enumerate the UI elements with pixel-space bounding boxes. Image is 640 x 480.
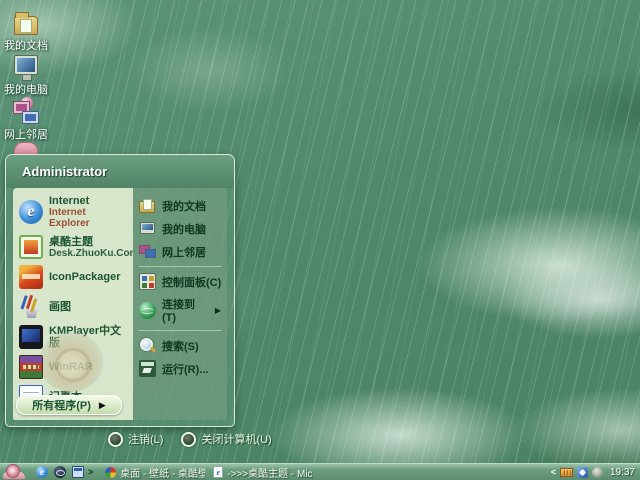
connect-to-icon: [139, 301, 156, 319]
menu-item-label: 我的电脑: [162, 223, 206, 236]
quick-launch-globe-icon[interactable]: [54, 466, 66, 478]
user-name: Administrator: [22, 164, 108, 179]
system-tray: < 19:37: [551, 466, 640, 478]
menu-item-label: 控制面板(C): [162, 276, 222, 289]
start-menu: Administrator Internet Internet Explorer…: [5, 154, 235, 427]
menu-item-subtitle: Desk.ZhuoKu.Com: [49, 247, 133, 259]
desktop-icon-label: 我的电脑: [4, 84, 48, 96]
quick-launch-expand-chevron-icon[interactable]: >: [88, 467, 93, 477]
tray-collapse-chevron-icon[interactable]: <: [551, 467, 556, 477]
quick-launch-bar: [36, 466, 84, 478]
my-computer-icon: [139, 220, 156, 237]
input-method-keyboard-icon[interactable]: [559, 467, 573, 477]
snail-watermark: [31, 332, 115, 402]
search-icon: [139, 337, 156, 354]
menu-item-label: 我的文档: [162, 200, 206, 213]
my-documents-icon: [139, 197, 156, 214]
submenu-arrow-icon: ▶: [214, 305, 221, 315]
zhuoku-theme-icon: [19, 235, 43, 259]
menu-item-title: Internet: [49, 195, 90, 207]
shut-down-label: 关闭计算机(U): [201, 434, 272, 446]
log-off-button[interactable]: 注销(L): [108, 431, 163, 447]
start-button[interactable]: [0, 464, 30, 480]
my-documents-icon: [11, 8, 41, 38]
desktop-icon-my-computer[interactable]: 我的电脑: [0, 52, 52, 96]
shut-down-button[interactable]: 关闭计算机(U): [181, 431, 272, 447]
session-actions-row: 注销(L) 关闭计算机(U): [108, 431, 272, 447]
menu-separator: [139, 330, 221, 331]
desktop-icon-label: 网上邻居: [4, 129, 48, 141]
taskbar: > 桌面 - 壁纸 - 桌酷壁... ->>>桌酷主题 - Mic... < 1…: [0, 463, 640, 480]
menu-item-label: 连接到(T): [162, 299, 195, 324]
start-menu-header: Administrator: [6, 155, 234, 188]
taskbar-task-zhuoku-theme[interactable]: ->>>桌酷主题 - Mic...: [213, 465, 313, 480]
menu-item-internet[interactable]: Internet Internet Explorer: [13, 192, 133, 232]
menu-item-label: 运行(R)...: [162, 363, 209, 376]
log-off-label: 注销(L): [128, 434, 164, 446]
all-programs-button[interactable]: 所有程序(P) ▶: [16, 395, 122, 415]
menu-item-zhuoku-theme[interactable]: 桌酷主题 Desk.ZhuoKu.Com: [13, 232, 133, 262]
menu-item-title: 桌酷主题: [49, 235, 93, 248]
iconpackager-icon: [19, 265, 43, 289]
desktop-icon-label: 我的文档: [4, 40, 48, 52]
menu-item-run[interactable]: 运行(R)...: [133, 357, 227, 380]
menu-item-my-computer[interactable]: 我的电脑: [133, 217, 227, 240]
snail-shell-icon: [6, 464, 20, 478]
start-menu-places-column: 我的文档 我的电脑 网上邻居 控制面板(C) 连接到(T) ▶ 搜索(S) 运行…: [133, 188, 227, 420]
task-title: ->>>桌酷主题 - Mic...: [227, 468, 314, 480]
quick-launch-show-desktop-icon[interactable]: [72, 466, 84, 478]
menu-item-paint[interactable]: 画图: [13, 292, 133, 322]
log-off-icon: [108, 431, 123, 447]
menu-item-search[interactable]: 搜索(S): [133, 334, 227, 357]
all-programs-label: 所有程序(P): [32, 400, 91, 412]
menu-item-title: IconPackager: [49, 271, 121, 283]
run-icon: [139, 360, 156, 377]
menu-item-network-places[interactable]: 网上邻居: [133, 240, 227, 263]
taskbar-task-wallpaper[interactable]: 桌面 - 壁纸 - 桌酷壁...: [105, 465, 205, 480]
control-panel-icon: [139, 273, 156, 290]
taskbar-clock: 19:37: [609, 466, 635, 478]
menu-item-control-panel[interactable]: 控制面板(C): [133, 270, 227, 293]
all-programs-arrow-icon: ▶: [98, 399, 106, 410]
tray-status-icon[interactable]: [591, 466, 603, 478]
shut-down-icon: [181, 431, 197, 447]
task-title: 桌面 - 壁纸 - 桌酷壁...: [120, 468, 206, 480]
start-menu-pinned-column: Internet Internet Explorer 桌酷主题 Desk.Zhu…: [13, 188, 133, 420]
menu-separator: [139, 266, 221, 267]
menu-item-title: 画图: [49, 301, 71, 313]
menu-item-connect-to[interactable]: 连接到(T) ▶: [133, 293, 227, 327]
winrar-icon: [19, 355, 43, 379]
menu-item-subtitle: Internet Explorer: [49, 207, 90, 229]
network-places-icon: [11, 97, 41, 127]
ie-page-icon: [213, 466, 224, 478]
pinwheel-app-icon: [105, 466, 117, 478]
desktop-icon-network-places[interactable]: 网上邻居: [0, 97, 52, 141]
menu-item-my-documents[interactable]: 我的文档: [133, 194, 227, 217]
my-computer-icon: [11, 52, 41, 82]
network-places-icon: [139, 243, 156, 260]
paint-icon: [19, 295, 43, 319]
menu-item-label: 网上邻居: [162, 246, 206, 259]
tray-messenger-icon[interactable]: [576, 466, 588, 478]
internet-explorer-icon: [19, 200, 43, 224]
menu-item-label: 搜索(S): [162, 340, 199, 353]
menu-item-iconpackager[interactable]: IconPackager: [13, 262, 133, 292]
kmplayer-icon: [19, 325, 43, 349]
quick-launch-ie-icon[interactable]: [36, 466, 48, 478]
desktop-icon-my-documents[interactable]: 我的文档: [0, 8, 52, 52]
